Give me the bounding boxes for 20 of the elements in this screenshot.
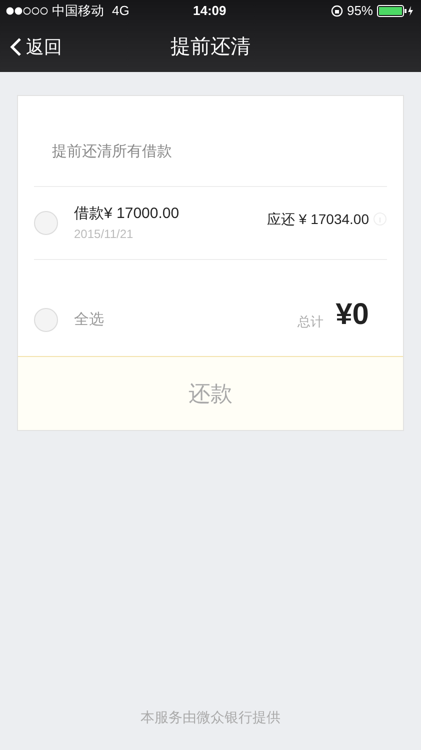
network-label: 4G xyxy=(112,2,130,20)
clock: 14:09 xyxy=(193,2,226,20)
checkbox[interactable] xyxy=(34,211,58,235)
battery-percent: 95% xyxy=(346,2,373,20)
total-amount: ¥0 xyxy=(336,296,369,332)
battery-icon xyxy=(377,5,415,17)
carrier-label: 中国移动 xyxy=(52,2,104,20)
chevron-left-icon xyxy=(10,37,22,57)
back-button[interactable]: 返回 xyxy=(10,34,62,60)
total-label: 总计 xyxy=(298,313,324,332)
section-title: 提前还清所有借款 xyxy=(52,142,172,162)
select-all-label[interactable]: 全选 xyxy=(74,308,104,332)
loan-amount: 借款¥ 17000.00 xyxy=(74,204,180,224)
checkbox[interactable] xyxy=(34,308,58,332)
lock-rotation-icon xyxy=(330,5,343,17)
footer-text: 本服务由微众银行提供 xyxy=(140,708,280,727)
loan-date: 2015/11/21 xyxy=(74,226,134,244)
amount-due: 应还 ¥ 17034.00 xyxy=(267,210,369,228)
page-title: 提前还清 xyxy=(170,35,250,60)
signal-icon xyxy=(6,7,50,15)
